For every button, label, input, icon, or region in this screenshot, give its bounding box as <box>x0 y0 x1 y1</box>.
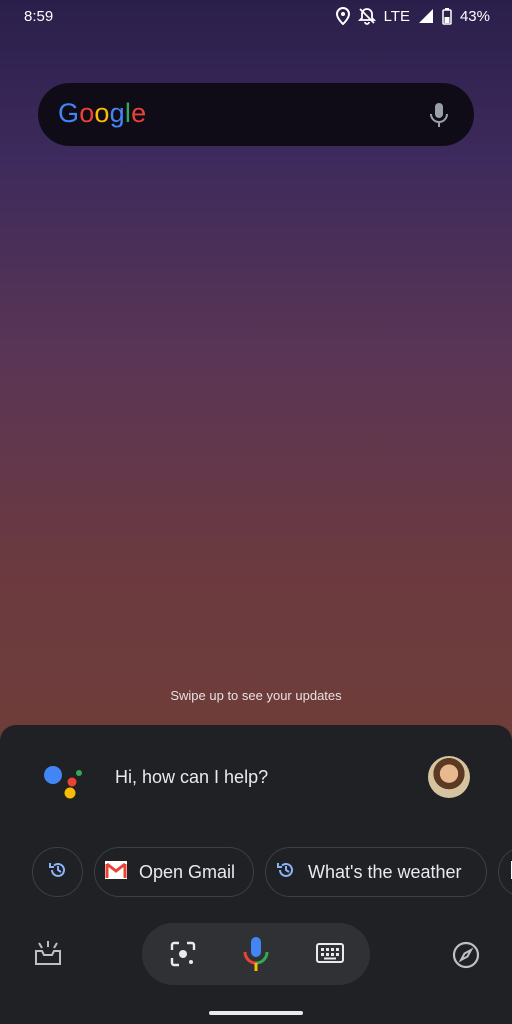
location-icon <box>335 7 350 25</box>
google-search-bar[interactable]: Google <box>38 83 474 146</box>
assistant-sheet: Hi, how can I help? Open Gmail What's th… <box>0 725 512 1024</box>
logo-letter: g <box>109 98 125 128</box>
gmail-icon <box>105 860 127 884</box>
open-gmail-chip[interactable]: Open Gmail <box>94 847 254 897</box>
assistant-greeting: Hi, how can I help? <box>115 767 269 787</box>
battery-icon <box>442 7 452 25</box>
weather-chip[interactable]: What's the weather <box>265 847 487 897</box>
swipe-hint: Swipe up to see your updates <box>170 688 342 703</box>
mic-icon[interactable] <box>428 101 450 134</box>
history-icon <box>48 860 68 885</box>
logo-letter: e <box>131 98 147 128</box>
status-time: 8:59 <box>24 8 54 25</box>
status-icons: LTE 43% <box>335 7 490 25</box>
lens-icon[interactable] <box>170 941 196 972</box>
keyboard-icon[interactable] <box>316 943 344 968</box>
logo-letter: o <box>79 98 95 128</box>
battery-percent: 43% <box>459 7 490 25</box>
assistant-bottom-bar <box>0 923 512 987</box>
chip-label: Open Gmail <box>139 861 236 882</box>
signal-icon <box>418 8 434 24</box>
google-logo: Google <box>58 98 146 129</box>
input-pill <box>142 923 370 985</box>
history-chip[interactable] <box>32 847 83 897</box>
status-bar: 8:59 LTE 43% <box>0 0 512 34</box>
logo-letter: G <box>58 98 80 128</box>
history-icon <box>276 860 296 885</box>
partial-chip[interactable] <box>498 847 512 897</box>
mic-icon[interactable] <box>242 935 270 978</box>
network-label: LTE <box>383 7 410 25</box>
avatar[interactable] <box>428 756 470 798</box>
logo-letter: o <box>94 98 110 128</box>
notifications-off-icon <box>357 7 376 25</box>
gesture-nav-handle[interactable] <box>209 1011 303 1015</box>
suggestion-chips: Open Gmail What's the weather <box>32 847 512 899</box>
updates-icon[interactable] <box>33 939 63 972</box>
chip-label: What's the weather <box>308 861 462 882</box>
explore-icon[interactable] <box>452 941 480 974</box>
assistant-logo-icon <box>40 760 84 800</box>
